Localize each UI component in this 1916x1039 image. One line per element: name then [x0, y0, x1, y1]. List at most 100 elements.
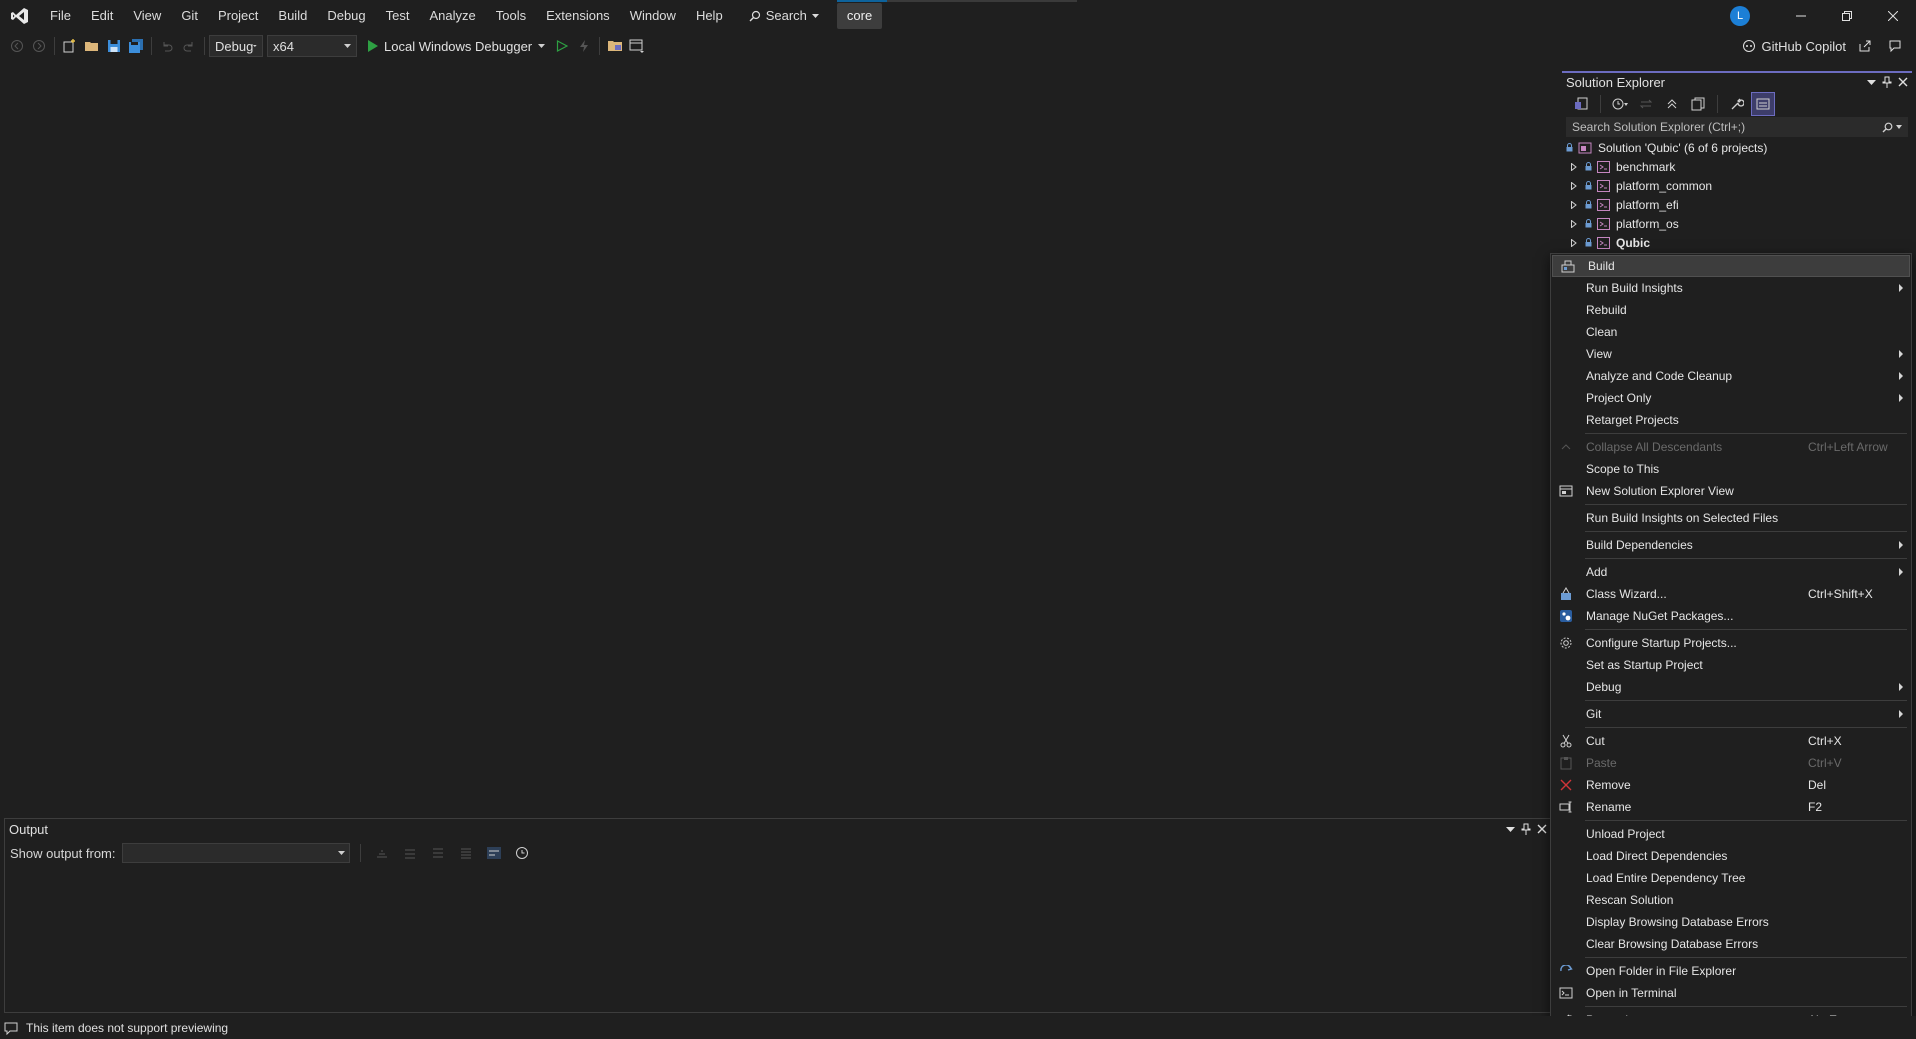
solution-name-badge[interactable]: core — [836, 2, 883, 29]
redo-icon[interactable] — [178, 35, 200, 57]
collapse-all-icon[interactable] — [1661, 93, 1683, 115]
menu-item-display-browsing-database-errors[interactable]: Display Browsing Database Errors — [1551, 911, 1911, 933]
menu-item-collapse-all-descendants[interactable]: Collapse All Descendants Ctrl+Left Arrow — [1551, 436, 1911, 458]
window-layout-icon[interactable] — [626, 35, 648, 57]
undo-icon[interactable] — [156, 35, 178, 57]
menu-item-view[interactable]: View — [1551, 343, 1911, 365]
next-message-icon[interactable] — [427, 842, 449, 864]
tree-project-node[interactable]: benchmark — [1562, 157, 1912, 176]
menu-test[interactable]: Test — [376, 0, 420, 31]
properties-wrench-icon[interactable] — [1726, 93, 1748, 115]
menu-item-rebuild[interactable]: Rebuild — [1551, 299, 1911, 321]
output-source-dropdown[interactable] — [121, 843, 350, 863]
menu-item-add[interactable]: Add — [1551, 561, 1911, 583]
configuration-dropdown[interactable]: Debug — [209, 35, 263, 57]
tree-project-node[interactable]: Qubic — [1562, 233, 1912, 252]
solution-folder-icon[interactable] — [604, 35, 626, 57]
menu-item-build-dependencies[interactable]: Build Dependencies — [1551, 534, 1911, 556]
search-button[interactable]: Search — [739, 3, 829, 29]
menu-item-debug[interactable]: Debug — [1551, 676, 1911, 698]
menu-item-unload-project[interactable]: Unload Project — [1551, 823, 1911, 845]
menu-project[interactable]: Project — [208, 0, 268, 31]
feedback-icon[interactable] — [1884, 35, 1906, 57]
menu-item-new-solution-explorer-view[interactable]: New Solution Explorer View — [1551, 480, 1911, 502]
menu-item-manage-nuget-packages[interactable]: Manage NuGet Packages... — [1551, 605, 1911, 627]
start-without-debugging-icon[interactable] — [551, 35, 573, 57]
menu-window[interactable]: Window — [620, 0, 686, 31]
menu-item-scope-to-this[interactable]: Scope to This — [1551, 458, 1911, 480]
menu-edit[interactable]: Edit — [81, 0, 123, 31]
tree-project-node[interactable]: platform_os — [1562, 214, 1912, 233]
menu-item-configure-startup-projects[interactable]: Configure Startup Projects... — [1551, 632, 1911, 654]
menu-tools[interactable]: Tools — [486, 0, 536, 31]
menu-item-run-build-insights[interactable]: Run Build Insights — [1551, 277, 1911, 299]
expand-chevron-icon[interactable] — [1571, 162, 1583, 171]
search-options[interactable] — [1882, 122, 1902, 133]
solution-explorer-search[interactable] — [1566, 117, 1908, 137]
switch-views-icon[interactable] — [1570, 93, 1592, 115]
back-icon[interactable] — [6, 35, 28, 57]
timestamp-clock-icon[interactable] — [511, 842, 533, 864]
pin-icon[interactable] — [1882, 76, 1892, 88]
menu-extensions[interactable]: Extensions — [536, 0, 620, 31]
menu-item-project-only[interactable]: Project Only — [1551, 387, 1911, 409]
start-debugging-button[interactable]: Local Windows Debugger — [361, 39, 551, 54]
open-file-icon[interactable] — [81, 35, 103, 57]
previous-message-icon[interactable] — [399, 842, 421, 864]
tree-project-node[interactable]: platform_common — [1562, 176, 1912, 195]
menu-item-paste[interactable]: Paste Ctrl+V — [1551, 752, 1911, 774]
menu-item-open-folder-in-file-explorer[interactable]: Open Folder in File Explorer — [1551, 960, 1911, 982]
menu-item-rescan-solution[interactable]: Rescan Solution — [1551, 889, 1911, 911]
pending-changes-filter-icon[interactable] — [1609, 93, 1631, 115]
preview-selected-items-icon[interactable] — [1751, 92, 1775, 116]
expand-chevron-icon[interactable] — [1571, 219, 1583, 228]
menu-view[interactable]: View — [123, 0, 171, 31]
expand-chevron-icon[interactable] — [1571, 200, 1583, 209]
minimize-button[interactable] — [1778, 0, 1824, 31]
share-icon[interactable] — [1854, 35, 1876, 57]
menu-build[interactable]: Build — [268, 0, 317, 31]
menu-item-set-as-startup-project[interactable]: Set as Startup Project — [1551, 654, 1911, 676]
clear-all-icon[interactable] — [455, 842, 477, 864]
tree-project-node[interactable]: platform_efi — [1562, 195, 1912, 214]
chevron-down-icon[interactable] — [1506, 826, 1515, 832]
forward-icon[interactable] — [28, 35, 50, 57]
chevron-down-icon[interactable] — [1867, 79, 1876, 85]
menu-git[interactable]: Git — [171, 0, 208, 31]
menu-item-retarget-projects[interactable]: Retarget Projects — [1551, 409, 1911, 431]
menu-item-open-in-terminal[interactable]: Open in Terminal — [1551, 982, 1911, 1004]
close-window-button[interactable] — [1870, 0, 1916, 31]
menu-item-git[interactable]: Git — [1551, 703, 1911, 725]
github-copilot-button[interactable]: GitHub Copilot — [1742, 39, 1846, 54]
sync-with-active-document-icon[interactable] — [1635, 93, 1657, 115]
menu-help[interactable]: Help — [686, 0, 733, 31]
menu-analyze[interactable]: Analyze — [419, 0, 485, 31]
hot-reload-icon[interactable] — [573, 35, 595, 57]
toggle-word-wrap-icon[interactable] — [483, 842, 505, 864]
menu-item-run-build-insights-on-selected-files[interactable]: Run Build Insights on Selected Files — [1551, 507, 1911, 529]
platform-dropdown[interactable]: x64 — [267, 35, 357, 57]
account-avatar[interactable]: L — [1730, 5, 1750, 26]
menu-item-load-entire-dependency-tree[interactable]: Load Entire Dependency Tree — [1551, 867, 1911, 889]
menu-item-rename[interactable]: Rename F2 — [1551, 796, 1911, 818]
expand-chevron-icon[interactable] — [1571, 238, 1583, 247]
menu-item-build[interactable]: Build — [1552, 255, 1910, 277]
visual-studio-logo-icon[interactable] — [0, 0, 40, 31]
menu-item-clean[interactable]: Clean — [1551, 321, 1911, 343]
solution-explorer-search-input[interactable] — [1572, 120, 1862, 134]
menu-item-cut[interactable]: Cut Ctrl+X — [1551, 730, 1911, 752]
menu-item-analyze-and-code-cleanup[interactable]: Analyze and Code Cleanup — [1551, 365, 1911, 387]
menu-item-class-wizard[interactable]: Class Wizard... Ctrl+Shift+X — [1551, 583, 1911, 605]
show-all-files-icon[interactable] — [1687, 93, 1709, 115]
expand-chevron-icon[interactable] — [1571, 181, 1583, 190]
save-all-icon[interactable] — [125, 35, 147, 57]
menu-item-load-direct-dependencies[interactable]: Load Direct Dependencies — [1551, 845, 1911, 867]
close-icon[interactable] — [1898, 77, 1908, 87]
menu-item-clear-browsing-database-errors[interactable]: Clear Browsing Database Errors — [1551, 933, 1911, 955]
menu-debug[interactable]: Debug — [317, 0, 375, 31]
pin-icon[interactable] — [1521, 823, 1531, 835]
save-icon[interactable] — [103, 35, 125, 57]
find-message-icon[interactable] — [371, 842, 393, 864]
restore-button[interactable] — [1824, 0, 1870, 31]
menu-item-remove[interactable]: Remove Del — [1551, 774, 1911, 796]
